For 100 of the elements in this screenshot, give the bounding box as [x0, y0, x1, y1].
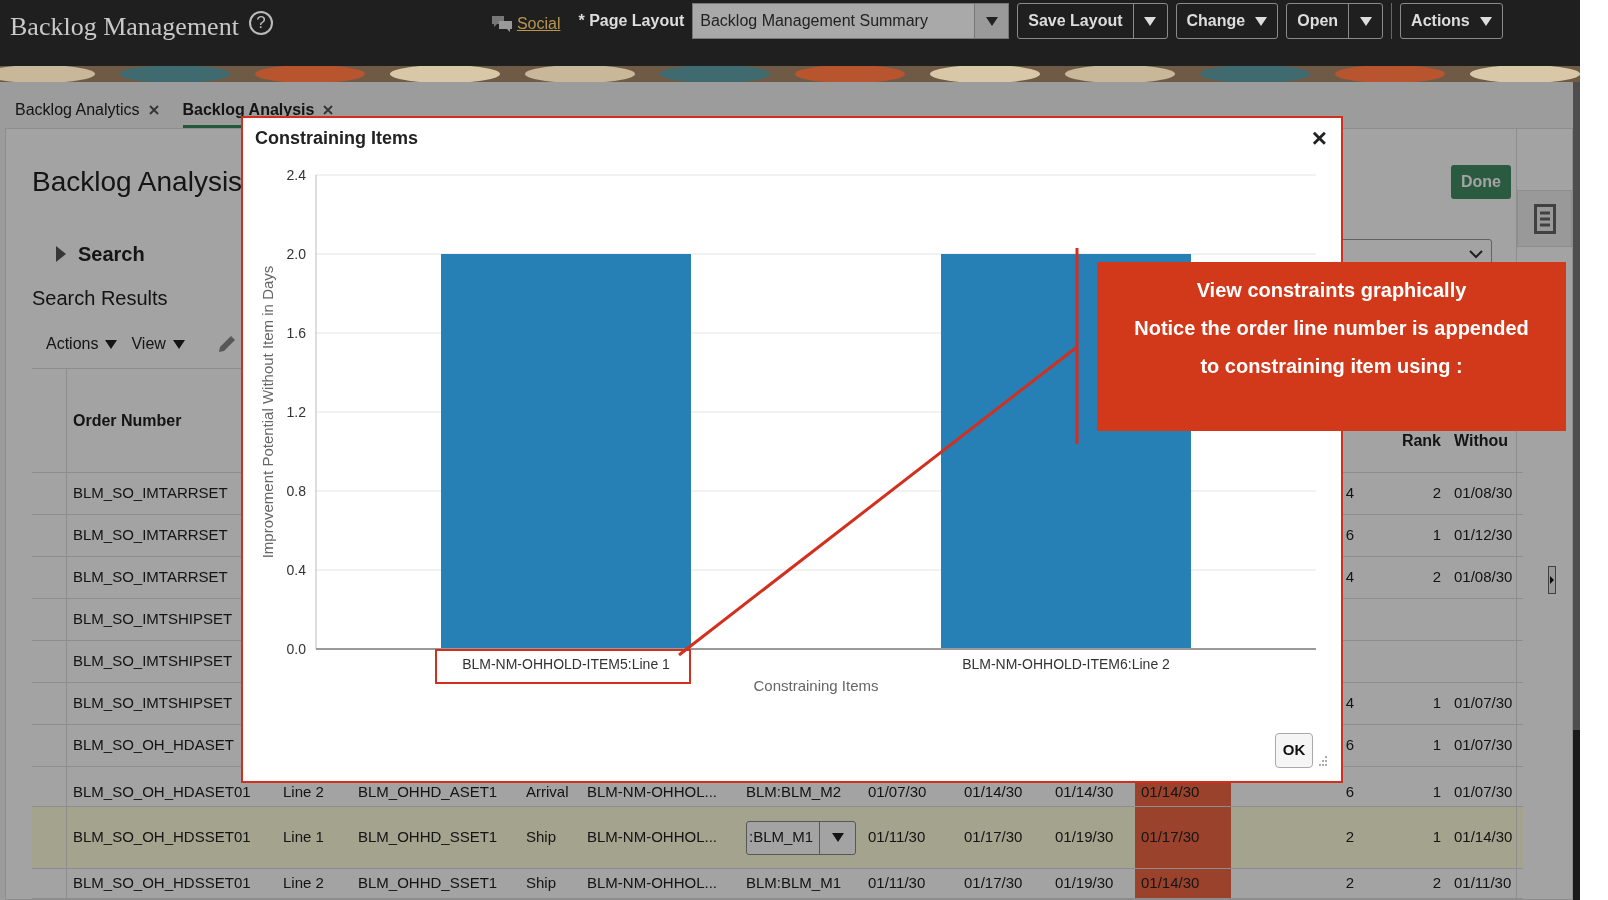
select-value: Backlog Management Summary [700, 11, 928, 31]
table-cell-text: 6 [1345, 735, 1354, 756]
split-button[interactable]: Save Layout [1017, 3, 1168, 39]
close-button[interactable]: × [1311, 125, 1327, 151]
caret-icon [105, 339, 118, 349]
page-title: Backlog Analysis [32, 165, 243, 199]
table-cell-text: Line 1 [282, 827, 325, 848]
table-cell-text: 2 [1431, 873, 1442, 894]
section-title: Search Results [32, 285, 168, 311]
callout-text: View constraints graphically [1195, 278, 1468, 303]
table-cell-text: BLM_SO_OH_HDSSET01 [72, 873, 252, 894]
table-cell-text: BLM_SO_IMTARRSET [72, 567, 229, 588]
pencil-icon[interactable] [216, 334, 237, 355]
table-cell-text: 01/19/30 [1054, 827, 1115, 848]
table-cell-text: 2 [1345, 827, 1354, 848]
callout-text: to constraining item using : [1199, 354, 1464, 379]
menu-button[interactable]: Actions [46, 332, 118, 357]
caret-icon [172, 339, 185, 349]
caret-icon [985, 16, 998, 26]
table-row[interactable]: BLM_SO_OH_HDSSET01 Line 2 BLM_OHHD_SSET1 Ship BLM-NM-OHHOL... BLM:BLM_M1 01/11/30 01/17/30 01/19/30 01/14/30 2 2 01/11/30 [32, 869, 1523, 899]
callout-text: Notice the order line number is appended [1133, 316, 1530, 341]
layout-select[interactable]: Backlog Management Summary [692, 3, 1010, 39]
table-cell-text: Ship [525, 827, 558, 848]
table-row[interactable]: BLM_SO_OH_HDSSET01 Line 1 BLM_OHHD_SSET1 Ship BLM-NM-OHHOL... :BLM_M1 01/11/30 01/17/30 01/19/30 01/17/30 2 1 01/14/30 [32, 807, 1523, 869]
table-cell-text: 01/08/30 [1453, 483, 1514, 504]
tab[interactable]: Backlog Analytics [15, 98, 159, 128]
table-cell-text: 01/14/30 [963, 781, 1024, 802]
table-cell-text: 6 [1345, 781, 1354, 802]
select-field[interactable]: :BLM_M1 [746, 820, 856, 855]
table-cell-text: 01/08/30 [1453, 567, 1514, 588]
caret-icon [1479, 17, 1492, 27]
table-cell-text: Ship [525, 873, 558, 894]
resize-grip-icon[interactable] [1317, 756, 1327, 766]
table-cell-text: 01/14/30 [1054, 781, 1115, 802]
document-icon [1533, 203, 1556, 234]
table-cell-text: BLM_SO_IMTSHIPSET [72, 609, 234, 630]
expand-icon[interactable] [56, 246, 66, 263]
chevron-icon [1469, 249, 1483, 259]
table-cell-text: BLM_SO_OH_HDASET [72, 735, 235, 756]
split-button[interactable]: Open [1286, 3, 1384, 39]
app-title: Backlog Management [10, 11, 239, 43]
caret-icon [1550, 576, 1554, 584]
table-cell-text: 01/11/30 [867, 827, 927, 848]
table-cell-text: BLM:BLM_M1 [745, 873, 843, 894]
axis-tick-label: 0.8 [286, 483, 306, 499]
close-icon[interactable] [148, 105, 159, 115]
table-cell-text: BLM_SO_OH_HDASET01 [72, 781, 252, 802]
table-cell-text: BLM_OHHD_SSET1 [357, 873, 499, 894]
search-toggle[interactable]: Search [78, 239, 145, 270]
scroll-right-button[interactable] [1548, 566, 1556, 594]
table-cell-text: 01/11/30 [867, 873, 927, 894]
table-cell-text: 01/07/30 [1453, 735, 1514, 756]
axis-title: Improvement Potential Without Item in Days [259, 265, 276, 559]
axis-tick-label: 0.0 [286, 641, 306, 657]
ok-button[interactable]: OK [1275, 733, 1313, 768]
caret-icon [1255, 17, 1268, 27]
table-cell-text: BLM-NM-OHHOL... [586, 827, 718, 848]
social-link[interactable]: Social [516, 12, 561, 36]
table-cell-text: BLM-NM-OHHOL... [586, 781, 718, 802]
menu-button[interactable]: Actions [1400, 3, 1503, 39]
axis-tick-label: 1.2 [286, 404, 306, 420]
menu-button[interactable]: Change [1175, 3, 1279, 39]
table-cell-text: BLM_SO_OH_HDSSET01 [72, 827, 252, 848]
table-cell-text: 1 [1431, 735, 1442, 756]
help-icon[interactable]: ? [248, 11, 273, 35]
table-cell-text: Line 2 [282, 873, 325, 894]
table-cell-text: 01/07/30 [1453, 781, 1514, 802]
table-cell-text: BLM:BLM_M2 [745, 781, 843, 802]
table-cell-text: 6 [1345, 525, 1354, 546]
caret-icon[interactable] [1144, 16, 1157, 26]
table-cell-text: 2 [1345, 873, 1354, 894]
table-cell-text: 1 [1431, 827, 1442, 848]
table-cell-text: BLM_OHHD_SSET1 [357, 827, 499, 848]
table-cell: 01/17/30 [1135, 807, 1231, 868]
caret-icon[interactable] [831, 833, 844, 842]
table-cell-text: BLM_OHHD_ASET1 [357, 781, 499, 802]
table-cell-text: BLM-NM-OHHOL... [586, 873, 718, 894]
side-panel-button[interactable] [1517, 190, 1572, 247]
table-cell: 01/14/30 [1135, 869, 1231, 898]
table-cell-text: 4 [1345, 693, 1354, 714]
scrollbar[interactable] [1573, 82, 1580, 900]
table-cell-text: 01/11/30 [1453, 873, 1513, 894]
menu-button[interactable]: View [131, 332, 185, 357]
table-cell-text: 1 [1431, 781, 1442, 802]
table-cell-text: 01/07/30 [1453, 693, 1514, 714]
axis-tick-label: 2.0 [286, 246, 306, 262]
caret-icon[interactable] [1359, 16, 1372, 26]
close-icon[interactable] [323, 105, 334, 115]
table-cell-text: Arrival [525, 781, 570, 802]
table-cell-text: Line 2 [282, 781, 325, 802]
table-cell-text: 2 [1431, 567, 1442, 588]
chat-icon[interactable] [490, 15, 513, 33]
page-layout-label: * Page Layout [578, 11, 685, 31]
table-cell-text: 4 [1345, 483, 1354, 504]
table-cell-text: 2 [1431, 483, 1442, 504]
table-cell-text: 01/19/30 [1054, 873, 1115, 894]
table-cell-text: BLM_SO_IMTSHIPSET [72, 693, 234, 714]
axis-tick-label: 2.4 [286, 167, 306, 183]
table-cell-text: 01/14/30 [1453, 827, 1514, 848]
table-cell-text: BLM_SO_IMTSHIPSET [72, 651, 234, 672]
